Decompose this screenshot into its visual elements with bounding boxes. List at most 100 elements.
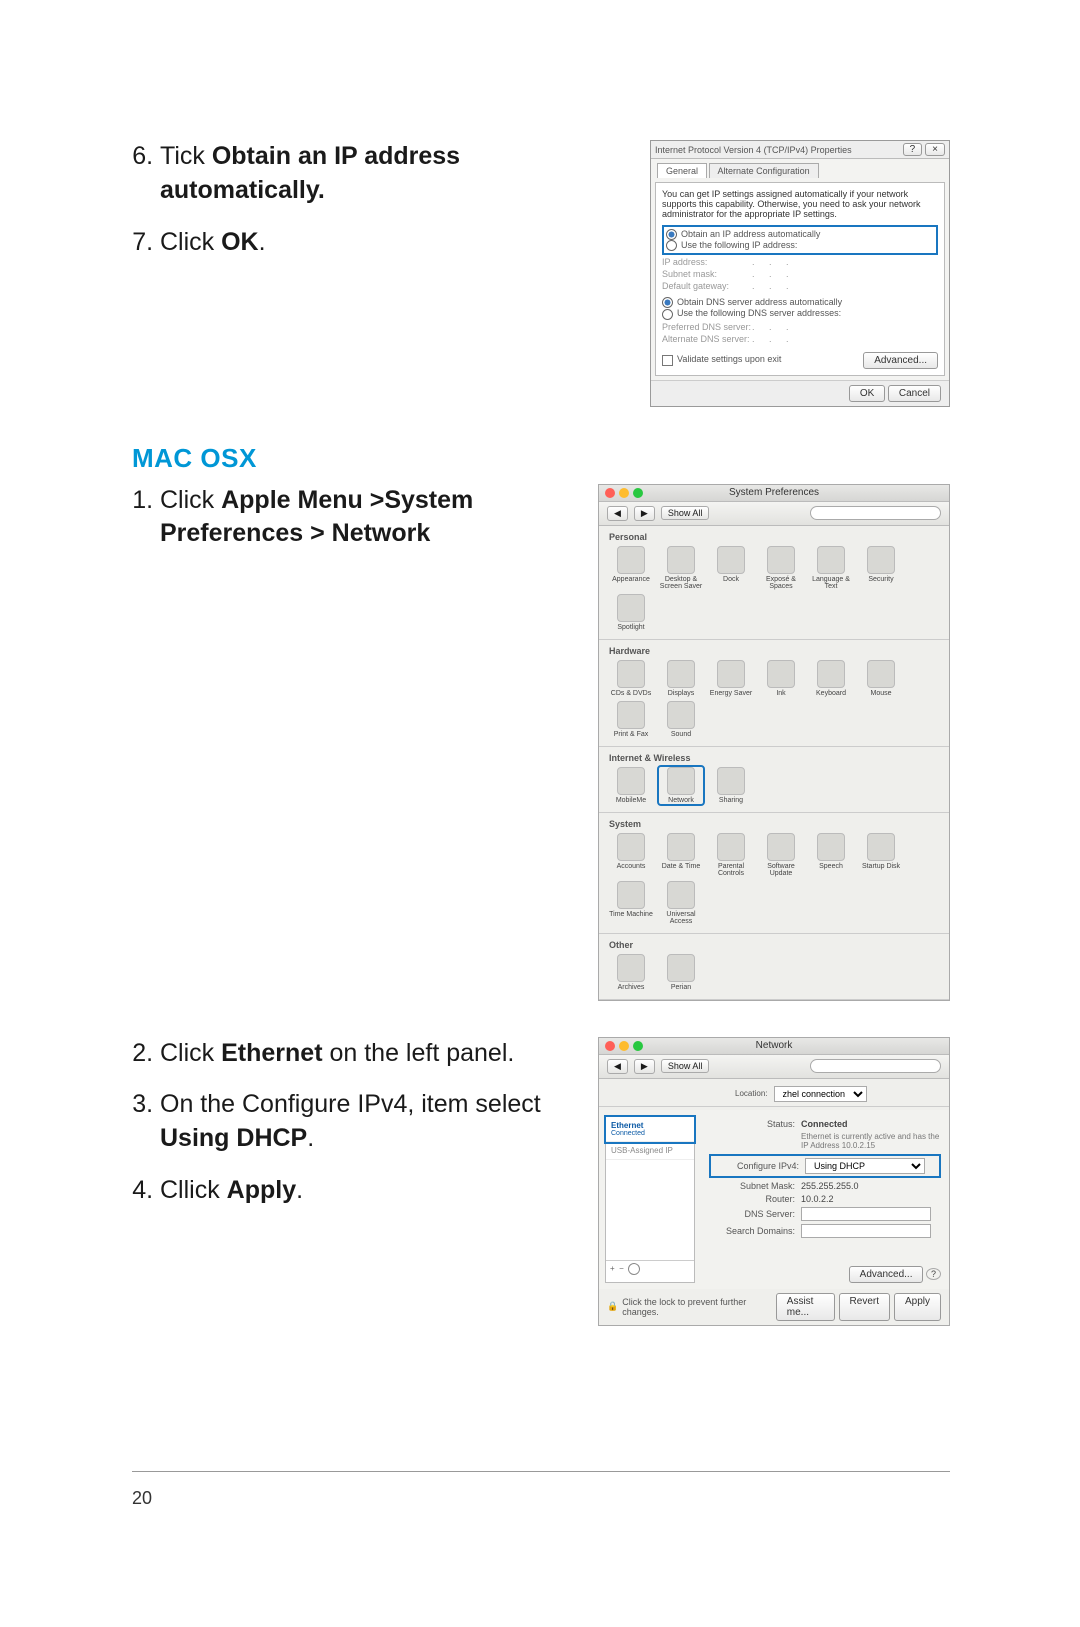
assist-button[interactable]: Assist me... — [776, 1293, 835, 1321]
sp-pane-software-update[interactable]: Software Update — [759, 833, 803, 877]
sp-pane-network[interactable]: Network — [659, 767, 703, 804]
pref-label: Accounts — [609, 863, 653, 870]
sp-pane-sound[interactable]: Sound — [659, 701, 703, 738]
ok-button[interactable]: OK — [849, 385, 885, 402]
sp-pane-date-time[interactable]: Date & Time — [659, 833, 703, 877]
sp-pane-appearance[interactable]: Appearance — [609, 546, 653, 590]
tab-alt-config[interactable]: Alternate Configuration — [709, 163, 819, 178]
pref-icon — [617, 546, 645, 574]
location-select[interactable]: zhel connection — [774, 1086, 867, 1102]
field-ip: IP address:. . . — [662, 257, 938, 267]
instructions-mac-2: Click Ethernet on the left panel. On the… — [132, 1037, 568, 1226]
sp-pane-desktop-screen-saver[interactable]: Desktop & Screen Saver — [659, 546, 703, 590]
sp-pane-energy-saver[interactable]: Energy Saver — [709, 660, 753, 697]
add-interface-button[interactable]: + — [610, 1264, 615, 1273]
sp-pane-language-text[interactable]: Language & Text — [809, 546, 853, 590]
sp-pane-speech[interactable]: Speech — [809, 833, 853, 877]
sp-pane-expos-spaces[interactable]: Exposé & Spaces — [759, 546, 803, 590]
advanced-button[interactable]: Advanced... — [849, 1266, 924, 1283]
pref-icon — [617, 701, 645, 729]
search-input[interactable] — [810, 506, 941, 520]
tab-general[interactable]: General — [657, 163, 707, 178]
screenshot-network-prefs: Network ◀ ▶ Show All Location: zhel conn… — [598, 1037, 950, 1326]
configure-ipv4-select[interactable]: Using DHCP — [805, 1158, 925, 1174]
pref-label: Energy Saver — [709, 690, 753, 697]
sp-pane-ink[interactable]: Ink — [759, 660, 803, 697]
screenshot-ipv4-properties: Internet Protocol Version 4 (TCP/IPv4) P… — [650, 140, 950, 407]
pref-label: Spotlight — [609, 624, 653, 631]
pref-label: Startup Disk — [859, 863, 903, 870]
lock-icon[interactable]: 🔒 — [607, 1301, 618, 1312]
radio-manual-dns[interactable]: Use the following DNS server addresses: — [662, 308, 938, 319]
sp-pane-time-machine[interactable]: Time Machine — [609, 881, 653, 925]
pref-icon — [667, 660, 695, 688]
status-label: Status: — [709, 1119, 801, 1129]
pref-label: MobileMe — [609, 797, 653, 804]
sp-pane-accounts[interactable]: Accounts — [609, 833, 653, 877]
validate-checkbox[interactable]: Validate settings upon exit — [662, 354, 781, 365]
pref-icon — [867, 546, 895, 574]
sp-pane-dock[interactable]: Dock — [709, 546, 753, 590]
sp-pane-cds-dvds[interactable]: CDs & DVDs — [609, 660, 653, 697]
gear-icon[interactable] — [628, 1263, 640, 1275]
pref-label: Parental Controls — [709, 863, 753, 877]
show-all-button[interactable]: Show All — [661, 506, 710, 520]
pref-label: Network — [659, 797, 703, 804]
field-subnet: Subnet mask:. . . — [662, 269, 938, 279]
search-input[interactable] — [810, 1059, 941, 1073]
pref-label: Exposé & Spaces — [759, 576, 803, 590]
show-all-button[interactable]: Show All — [661, 1059, 710, 1073]
sidebar-item-usb[interactable]: USB-Assigned IP — [606, 1142, 694, 1160]
pref-label: Sound — [659, 731, 703, 738]
help-icon[interactable]: ? — [926, 1268, 941, 1280]
radio-manual-ip[interactable]: Use the following IP address: — [666, 240, 934, 251]
sp-pane-spotlight[interactable]: Spotlight — [609, 594, 653, 631]
help-icon[interactable]: ? — [903, 143, 923, 156]
pref-icon — [667, 546, 695, 574]
radio-auto-ip[interactable]: Obtain an IP address automatically — [666, 229, 934, 240]
sp-pane-keyboard[interactable]: Keyboard — [809, 660, 853, 697]
page-number: 20 — [132, 1488, 152, 1509]
pref-label: Dock — [709, 576, 753, 583]
pref-icon — [817, 833, 845, 861]
sp-pane-security[interactable]: Security — [859, 546, 903, 590]
sp-pane-universal-access[interactable]: Universal Access — [659, 881, 703, 925]
remove-interface-button[interactable]: − — [617, 1264, 626, 1273]
dns-input[interactable] — [801, 1207, 931, 1221]
search-domains-input[interactable] — [801, 1224, 931, 1238]
dialog-title: Internet Protocol Version 4 (TCP/IPv4) P… — [655, 145, 852, 155]
revert-button[interactable]: Revert — [839, 1293, 890, 1321]
sp-pane-displays[interactable]: Displays — [659, 660, 703, 697]
instructions-win: Tick Obtain an IP address automatically.… — [132, 140, 620, 277]
sp-pane-parental-controls[interactable]: Parental Controls — [709, 833, 753, 877]
pref-icon — [867, 833, 895, 861]
apply-button[interactable]: Apply — [894, 1293, 941, 1321]
forward-button[interactable]: ▶ — [634, 506, 655, 521]
sp-pane-archives[interactable]: Archives — [609, 954, 653, 991]
sp-pane-sharing[interactable]: Sharing — [709, 767, 753, 804]
sp-pane-perian[interactable]: Perian — [659, 954, 703, 991]
pref-label: Print & Fax — [609, 731, 653, 738]
sidebar-item-ethernet[interactable]: Ethernet Connected — [606, 1117, 694, 1142]
pref-icon — [767, 833, 795, 861]
back-button[interactable]: ◀ — [607, 1059, 628, 1074]
pref-icon — [667, 833, 695, 861]
radio-auto-dns[interactable]: Obtain DNS server address automatically — [662, 297, 938, 308]
close-icon[interactable]: × — [925, 143, 945, 156]
sp-pane-mouse[interactable]: Mouse — [859, 660, 903, 697]
pref-label: Speech — [809, 863, 853, 870]
advanced-button[interactable]: Advanced... — [863, 352, 938, 369]
instructions-mac-1: Click Apple Menu >System Preferences > N… — [132, 484, 568, 570]
sp-pane-print-fax[interactable]: Print & Fax — [609, 701, 653, 738]
back-button[interactable]: ◀ — [607, 506, 628, 521]
status-sub: Ethernet is currently active and has the… — [801, 1132, 941, 1150]
dialog-blurb: You can get IP settings assigned automat… — [662, 189, 938, 219]
dns-label: DNS Server: — [709, 1209, 801, 1219]
pref-label: Software Update — [759, 863, 803, 877]
forward-button[interactable]: ▶ — [634, 1059, 655, 1074]
sp-pane-mobileme[interactable]: MobileMe — [609, 767, 653, 804]
sp-section-header: System — [609, 819, 939, 829]
sp-pane-startup-disk[interactable]: Startup Disk — [859, 833, 903, 877]
cancel-button[interactable]: Cancel — [888, 385, 941, 402]
pref-icon — [617, 954, 645, 982]
